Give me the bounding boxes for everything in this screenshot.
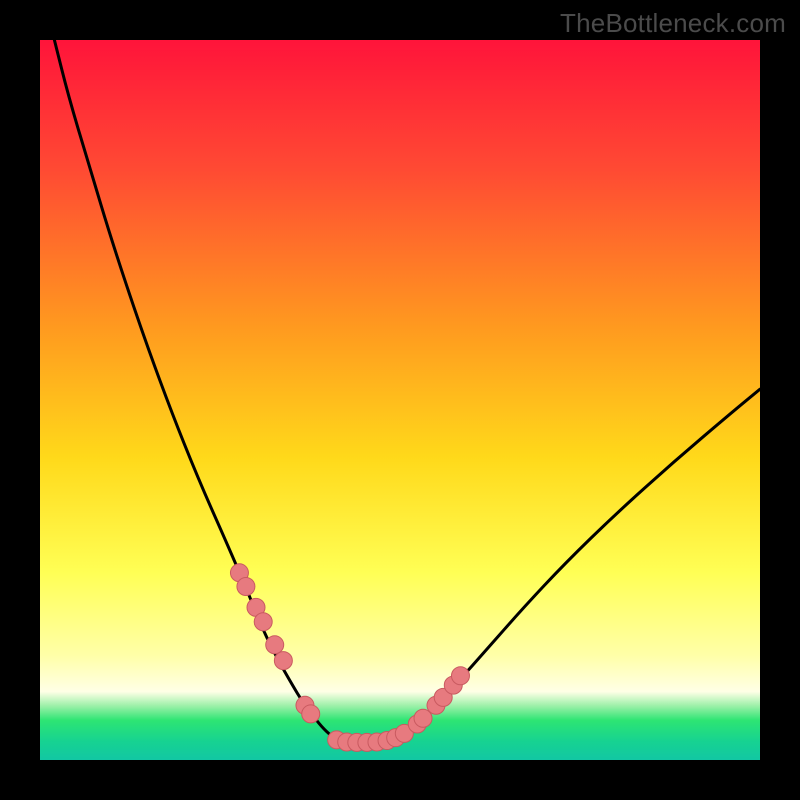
- marker-dot: [237, 577, 255, 595]
- marker-dot: [254, 613, 272, 631]
- plot-area: [40, 40, 760, 760]
- marker-dot: [274, 652, 292, 670]
- marker-group: [230, 564, 469, 752]
- watermark-text: TheBottleneck.com: [560, 8, 786, 39]
- bottleneck-curve: [54, 40, 760, 743]
- chart-svg: [40, 40, 760, 760]
- marker-dot: [302, 705, 320, 723]
- marker-dot: [451, 667, 469, 685]
- marker-dot: [266, 636, 284, 654]
- outer-black-frame: TheBottleneck.com: [0, 0, 800, 800]
